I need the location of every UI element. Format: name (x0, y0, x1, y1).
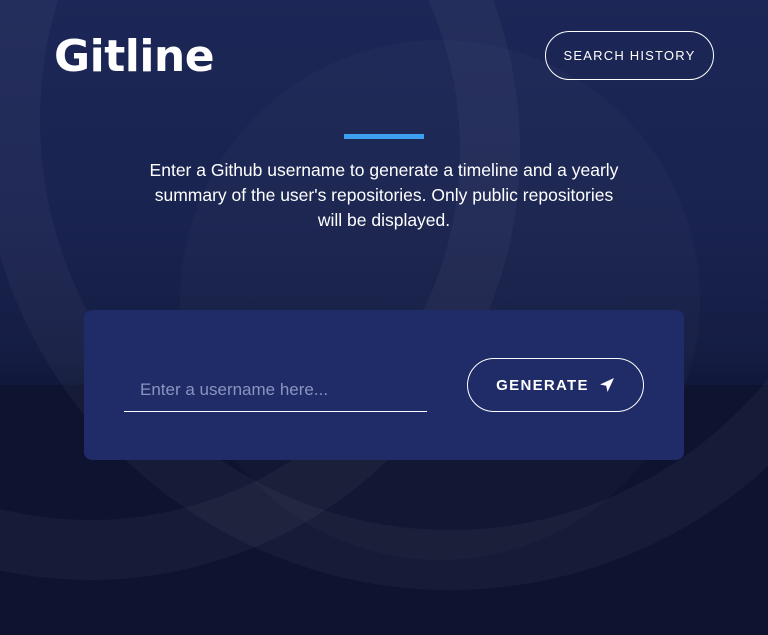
generate-button-label: GENERATE (496, 376, 589, 394)
app-logo[interactable]: Gitline (54, 30, 215, 84)
username-form-card: GENERATE (84, 310, 684, 460)
intro-description: Enter a Github username to generate a ti… (149, 160, 619, 230)
generate-button[interactable]: GENERATE (467, 358, 644, 412)
accent-divider (344, 134, 424, 139)
username-input[interactable] (124, 368, 427, 412)
search-history-button[interactable]: SEARCH HISTORY (545, 31, 714, 80)
send-icon (599, 378, 614, 392)
